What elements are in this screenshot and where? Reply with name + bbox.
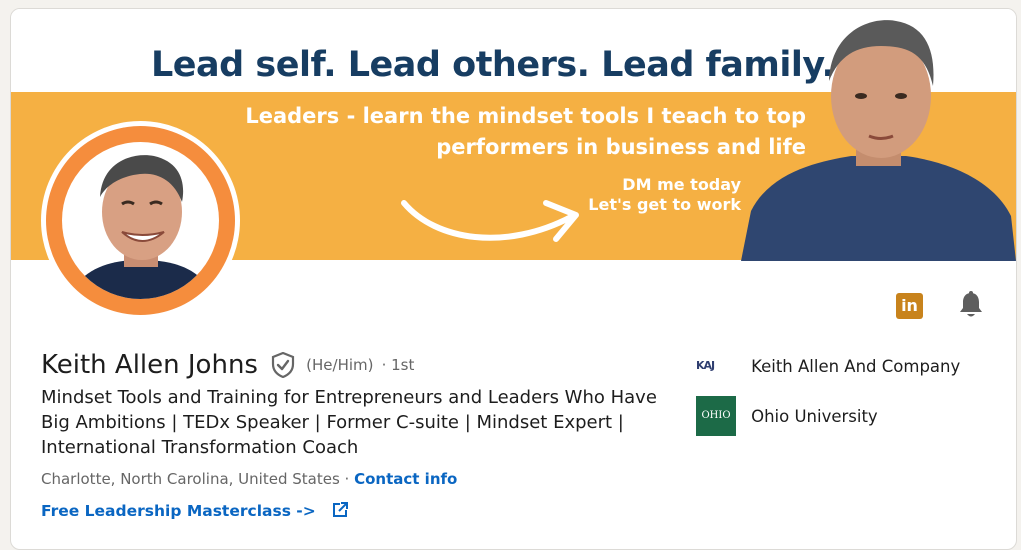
external-link-icon[interactable] — [331, 501, 349, 519]
website-label[interactable]: Free Leadership Masterclass -> — [41, 502, 316, 520]
avatar-photo — [62, 142, 219, 299]
company-logo: KAJ — [696, 359, 715, 372]
company-name[interactable]: Keith Allen And Company — [751, 357, 960, 376]
banner-portrait — [741, 20, 1016, 261]
profile-headline: Mindset Tools and Training for Entrepren… — [41, 387, 657, 458]
bell-icon[interactable] — [958, 291, 984, 319]
school-name[interactable]: Ohio University — [751, 407, 878, 426]
verified-shield-icon[interactable] — [271, 352, 295, 378]
profile-card: Lead self. Lead others. Lead family. Lea… — [10, 8, 1017, 550]
connection-degree: · 1st — [381, 356, 415, 374]
banner-arrow-icon — [401, 200, 579, 242]
linkedin-icon[interactable]: in — [896, 293, 923, 319]
location: Charlotte, North Carolina, United States — [41, 470, 340, 488]
banner-headline: Lead self. Lead others. Lead family. — [151, 45, 835, 85]
profile-avatar[interactable] — [41, 121, 240, 320]
location-separator: · — [344, 470, 350, 488]
school-logo: OHIO — [696, 396, 736, 436]
org-education[interactable]: OHIO Ohio University — [696, 396, 878, 436]
location-row: Charlotte, North Carolina, United States… — [41, 470, 457, 488]
org-current-company[interactable]: KAJ Keith Allen And Company — [696, 346, 960, 386]
name-row: Keith Allen Johns (He/Him) · 1st — [41, 350, 414, 386]
website-link[interactable]: Free Leadership Masterclass -> — [41, 501, 349, 520]
banner-tagline: Leaders - learn the mindset tools I teac… — [245, 104, 806, 159]
profile-name: Keith Allen Johns — [41, 350, 258, 380]
pronouns: (He/Him) — [306, 356, 374, 374]
contact-info-link[interactable]: Contact info — [354, 470, 457, 488]
